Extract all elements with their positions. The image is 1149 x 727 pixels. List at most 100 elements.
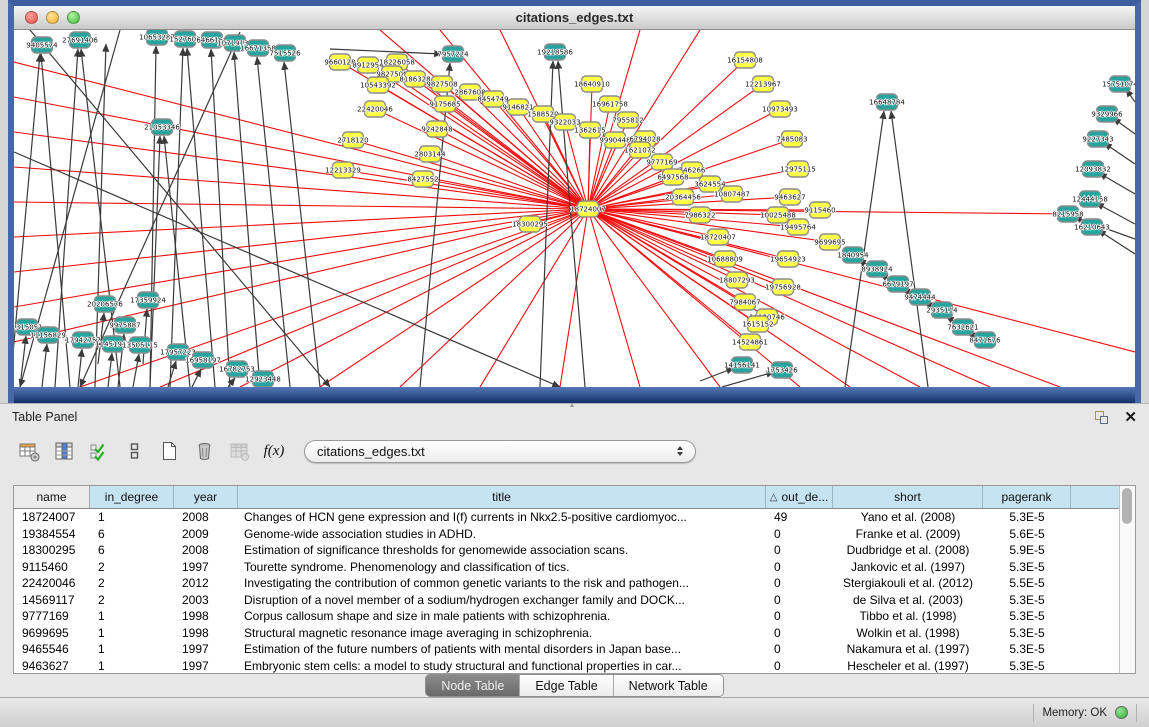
cell-out_de[interactable]: 0	[766, 560, 833, 574]
graph-node[interactable]: 16648784	[869, 94, 905, 110]
cell-out_de[interactable]: 0	[766, 576, 833, 590]
cell-in_degree[interactable]: 1	[90, 626, 174, 640]
cell-pagerank[interactable]: 5.3E-5	[983, 626, 1071, 640]
column-header-short[interactable]: short	[833, 486, 983, 508]
table-row[interactable]: 911546021997Tourette syndrome. Phenomeno…	[14, 559, 1119, 576]
cell-title[interactable]: Estimation of significance thresholds fo…	[238, 543, 766, 557]
graph-node[interactable]: 9227343	[1082, 131, 1113, 147]
table-row[interactable]: 969969511998Structural magnetic resonanc…	[14, 625, 1119, 642]
graph-edge[interactable]	[133, 354, 139, 387]
cell-title[interactable]: Corpus callosum shape and size in male p…	[238, 609, 766, 623]
cell-out_de[interactable]: 0	[766, 593, 833, 607]
table-selector-dropdown[interactable]: citations_edges.txt	[304, 440, 696, 463]
cell-in_degree[interactable]: 2	[90, 576, 174, 590]
cell-name[interactable]: 9777169	[14, 609, 90, 623]
cell-in_degree[interactable]: 1	[90, 642, 174, 656]
table-row[interactable]: 946362711997Embryonic stem cells: a mode…	[14, 658, 1119, 674]
graph-node[interactable]: 9699695	[814, 234, 845, 250]
cell-name[interactable]: 22420046	[14, 576, 90, 590]
graph-edge[interactable]	[1098, 230, 1135, 254]
import-table-icon[interactable]	[226, 438, 252, 464]
graph-node[interactable]: 9827508	[426, 76, 457, 92]
graph-node[interactable]: 12213329	[325, 162, 361, 178]
cell-out_de[interactable]: 49	[766, 510, 833, 524]
graph-node[interactable]: 27691406	[62, 32, 98, 48]
graph-node[interactable]: 17359924	[130, 292, 166, 308]
cell-title[interactable]: Investigating the contribution of common…	[238, 576, 766, 590]
cell-short[interactable]: Hescheler et al. (1997)	[833, 659, 983, 673]
graph-edge[interactable]	[187, 48, 215, 387]
cell-short[interactable]: Nakamura et al. (1997)	[833, 642, 983, 656]
cell-year[interactable]: 2008	[174, 510, 238, 524]
cell-name[interactable]: 9699695	[14, 626, 90, 640]
cell-short[interactable]: Yano et al. (2008)	[833, 510, 983, 524]
graph-edge[interactable]	[700, 368, 734, 381]
cell-year[interactable]: 1998	[174, 609, 238, 623]
cell-out_de[interactable]: 0	[766, 527, 833, 541]
cell-in_degree[interactable]: 2	[90, 593, 174, 607]
cell-name[interactable]: 18724007	[14, 510, 90, 524]
table-vertical-scrollbar[interactable]	[1119, 486, 1135, 673]
cell-title[interactable]: Estimation of the future numbers of pati…	[238, 642, 766, 656]
graph-node[interactable]: 16210643	[1074, 219, 1110, 235]
cell-out_de[interactable]: 0	[766, 543, 833, 557]
cell-year[interactable]: 2008	[174, 543, 238, 557]
cell-year[interactable]: 2003	[174, 593, 238, 607]
cell-pagerank[interactable]: 5.5E-5	[983, 576, 1071, 590]
graph-node[interactable]: 18300295	[512, 216, 548, 232]
cell-out_de[interactable]: 0	[766, 659, 833, 673]
cell-year[interactable]: 1997	[174, 560, 238, 574]
function-builder-button[interactable]: f(x)	[261, 438, 287, 464]
column-header-year[interactable]: year	[174, 486, 238, 508]
cell-short[interactable]: Tibbo et al. (1998)	[833, 609, 983, 623]
column-header-out_de[interactable]: △out_de...	[766, 486, 833, 508]
cell-year[interactable]: 1997	[174, 642, 238, 656]
cell-pagerank[interactable]: 5.3E-5	[983, 560, 1071, 574]
select-rows-icon[interactable]	[86, 438, 112, 464]
graph-edge[interactable]	[560, 209, 588, 387]
network-window-titlebar[interactable]: citations_edges.txt	[14, 6, 1135, 30]
memory-status-icon[interactable]	[1115, 706, 1128, 719]
graph-edge[interactable]	[320, 209, 588, 387]
graph-edge[interactable]	[558, 61, 585, 387]
cell-year[interactable]: 1998	[174, 626, 238, 640]
cell-out_de[interactable]: 0	[766, 626, 833, 640]
table-row[interactable]: 1456911722003Disruption of a novel membe…	[14, 592, 1119, 609]
cell-year[interactable]: 2012	[174, 576, 238, 590]
graph-node[interactable]: 9115460	[804, 202, 835, 218]
graph-edge[interactable]	[168, 361, 176, 387]
graph-node[interactable]: 7485083	[776, 131, 807, 147]
graph-node[interactable]: 12213967	[745, 76, 781, 92]
graph-edge[interactable]	[160, 209, 588, 387]
graph-node[interactable]: 14156141	[724, 357, 760, 373]
cell-pagerank[interactable]: 5.3E-5	[983, 659, 1071, 673]
cell-short[interactable]: Stergiakouli et al. (2012)	[833, 576, 983, 590]
table-row[interactable]: 1872400712008Changes of HCN gene express…	[14, 509, 1119, 526]
cell-title[interactable]: Structural magnetic resonance image aver…	[238, 626, 766, 640]
graph-node[interactable]: 7632621	[947, 319, 978, 335]
graph-node[interactable]: 14524861	[732, 334, 768, 350]
table-row[interactable]: 1830029562008Estimation of significance …	[14, 542, 1119, 559]
graph-node[interactable]: 12444158	[1072, 191, 1108, 207]
graph-edge[interactable]	[1104, 143, 1135, 164]
cell-pagerank[interactable]: 5.3E-5	[983, 609, 1071, 623]
column-header-title[interactable]: title	[238, 486, 766, 508]
graph-edge[interactable]	[20, 336, 26, 387]
graph-node[interactable]: 18640910	[574, 76, 610, 92]
graph-edge[interactable]	[588, 140, 615, 209]
cell-pagerank[interactable]: 5.9E-5	[983, 543, 1071, 557]
table-row[interactable]: 977716911998Corpus callosum shape and si…	[14, 608, 1119, 625]
graph-edge[interactable]	[330, 49, 442, 54]
graph-edge[interactable]	[108, 353, 112, 387]
cell-in_degree[interactable]: 6	[90, 543, 174, 557]
panel-resize-handle[interactable]: ▲	[566, 403, 578, 408]
cell-in_degree[interactable]: 6	[90, 527, 174, 541]
graph-edge[interactable]	[480, 209, 588, 387]
cell-title[interactable]: Tourette syndrome. Phenomenology and cla…	[238, 560, 766, 574]
table-row[interactable]: 2242004622012Investigating the contribut…	[14, 575, 1119, 592]
graph-node[interactable]: 21053346	[144, 119, 180, 135]
tab-edge-table[interactable]: Edge Table	[519, 675, 612, 696]
graph-node[interactable]: 20206576	[87, 296, 123, 312]
graph-edge[interactable]	[211, 49, 230, 387]
table-row[interactable]: 1938455462009Genome-wide association stu…	[14, 526, 1119, 543]
